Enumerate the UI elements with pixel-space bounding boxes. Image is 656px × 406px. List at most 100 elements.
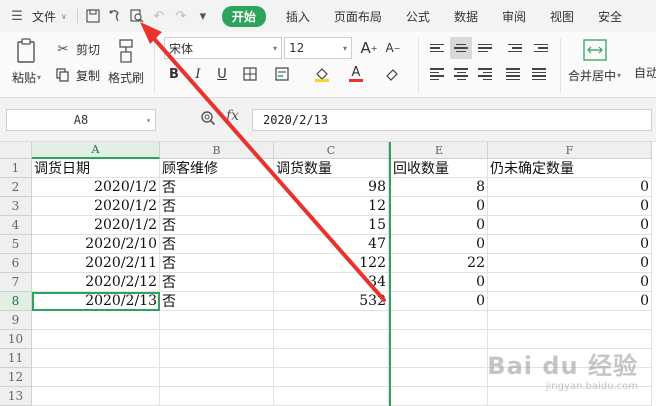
cell-b12[interactable] [160, 368, 274, 387]
row-header-1[interactable]: 1 [0, 159, 32, 178]
cell-f9[interactable] [488, 311, 652, 330]
cell-b13[interactable] [160, 387, 274, 406]
cell-c12[interactable] [274, 368, 389, 387]
font-size-select[interactable]: 12 ▾ [284, 37, 352, 59]
cell-f4[interactable]: 0 [488, 216, 652, 235]
cell-c8[interactable]: 532 [274, 292, 389, 311]
tab-insert[interactable]: 插入 [274, 0, 322, 32]
font-name-select[interactable]: 宋体 ▾ [164, 37, 282, 59]
cell-e9[interactable] [391, 311, 488, 330]
cell-c6[interactable]: 122 [274, 254, 389, 273]
cell-b8[interactable]: 否 [160, 292, 274, 311]
tab-data[interactable]: 数据 [442, 0, 490, 32]
cell-e1[interactable]: 回收数量 [391, 159, 488, 178]
cell-a10[interactable] [32, 330, 160, 349]
select-all-corner[interactable] [0, 142, 32, 159]
tab-page-layout[interactable]: 页面布局 [322, 0, 394, 32]
cell-a5[interactable]: 2020/2/10 [32, 235, 160, 254]
cell-f2[interactable]: 0 [488, 178, 652, 197]
zoom-search-icon[interactable] [200, 110, 216, 130]
cell-e11[interactable] [391, 349, 488, 368]
cell-c2[interactable]: 98 [274, 178, 389, 197]
row-header-7[interactable]: 7 [0, 273, 32, 292]
column-header-a[interactable]: A [32, 142, 160, 159]
cell-b10[interactable] [160, 330, 274, 349]
row-header-5[interactable]: 5 [0, 235, 32, 254]
align-right-icon[interactable] [474, 63, 496, 85]
cell-a12[interactable] [32, 368, 160, 387]
increase-indent-icon[interactable] [530, 37, 552, 59]
font-color-icon[interactable]: A [345, 63, 367, 85]
print-preview-icon[interactable] [126, 5, 148, 27]
cell-b11[interactable] [160, 349, 274, 368]
cell-c5[interactable]: 47 [274, 235, 389, 254]
cell-f7[interactable]: 0 [488, 273, 652, 292]
column-header-c[interactable]: C [274, 142, 389, 159]
cell-c4[interactable]: 15 [274, 216, 389, 235]
redo-icon[interactable]: ↷ [170, 5, 192, 27]
conditional-format-icon[interactable] [271, 63, 293, 85]
distributed-icon[interactable] [528, 63, 550, 85]
cell-e12[interactable] [391, 368, 488, 387]
cell-a13[interactable] [32, 387, 160, 406]
tab-home[interactable]: 开始 [221, 0, 266, 32]
format-painter-button[interactable]: 格式刷 [108, 38, 144, 86]
cell-f1[interactable]: 仍未确定数量 [488, 159, 652, 178]
cell-c9[interactable] [274, 311, 389, 330]
borders-icon[interactable] [239, 63, 261, 85]
cell-c11[interactable] [274, 349, 389, 368]
cell-c3[interactable]: 12 [274, 197, 389, 216]
tab-view[interactable]: 视图 [538, 0, 586, 32]
cell-b6[interactable]: 否 [160, 254, 274, 273]
cell-f6[interactable]: 0 [488, 254, 652, 273]
bold-icon[interactable]: B [163, 63, 185, 85]
cell-c13[interactable] [274, 387, 389, 406]
cell-a6[interactable]: 2020/2/11 [32, 254, 160, 273]
formula-input[interactable]: 2020/2/13 [252, 109, 652, 131]
tab-formulas[interactable]: 公式 [394, 0, 442, 32]
row-header-6[interactable]: 6 [0, 254, 32, 273]
row-header-4[interactable]: 4 [0, 216, 32, 235]
decrease-indent-icon[interactable] [504, 37, 526, 59]
undo-icon[interactable]: ↶ [148, 5, 170, 27]
cell-f5[interactable]: 0 [488, 235, 652, 254]
underline-icon[interactable]: U [211, 63, 233, 85]
increase-font-size-icon[interactable]: A + [358, 37, 380, 59]
cell-a7[interactable]: 2020/2/12 [32, 273, 160, 292]
merge-center-button[interactable]: 合并居中 ▾ [568, 38, 621, 84]
format-paint-icon[interactable] [104, 5, 126, 27]
decrease-font-size-icon[interactable]: A − [382, 37, 404, 59]
eraser-icon[interactable] [381, 63, 403, 85]
column-header-b[interactable]: B [160, 142, 274, 159]
cell-c10[interactable] [274, 330, 389, 349]
align-left-icon[interactable] [426, 63, 448, 85]
cell-a11[interactable] [32, 349, 160, 368]
save-icon[interactable] [82, 5, 104, 27]
row-header-8[interactable]: 8 [0, 292, 32, 311]
cut-button[interactable]: ✂ 剪切 [54, 40, 100, 58]
cell-e5[interactable]: 0 [391, 235, 488, 254]
paste-button[interactable]: 粘贴 ▾ [12, 38, 41, 86]
cell-f3[interactable]: 0 [488, 197, 652, 216]
align-top-icon[interactable] [426, 37, 448, 59]
auto-wrap-button[interactable]: 自动 [634, 64, 656, 81]
cell-e10[interactable] [391, 330, 488, 349]
align-center-icon[interactable] [450, 63, 472, 85]
cell-a9[interactable] [32, 311, 160, 330]
column-header-f[interactable]: F [488, 142, 652, 159]
italic-icon[interactable]: I [187, 63, 209, 85]
row-header-10[interactable]: 10 [0, 330, 32, 349]
cell-b3[interactable]: 否 [160, 197, 274, 216]
row-header-3[interactable]: 3 [0, 197, 32, 216]
cell-c1[interactable]: 调货数量 [274, 159, 389, 178]
cell-b7[interactable]: 否 [160, 273, 274, 292]
file-menu-button[interactable]: ☰ 文件 ∨ [0, 0, 73, 32]
column-header-e[interactable]: E [391, 142, 488, 159]
insert-function-button[interactable]: fx [226, 108, 239, 124]
cell-e3[interactable]: 0 [391, 197, 488, 216]
cell-e13[interactable] [391, 387, 488, 406]
copy-button[interactable]: 复制 [54, 66, 100, 84]
justify-icon[interactable] [502, 63, 524, 85]
quick-access-dropdown-icon[interactable]: ▾ [192, 5, 214, 27]
cell-a4[interactable]: 2020/1/2 [32, 216, 160, 235]
